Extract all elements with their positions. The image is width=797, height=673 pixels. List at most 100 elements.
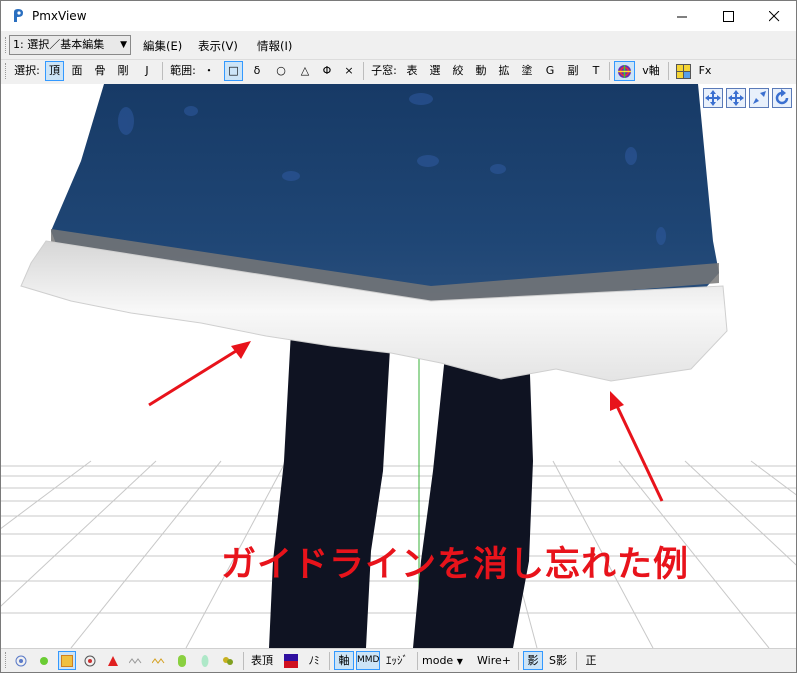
subwindow-label: 子窓: — [371, 64, 397, 77]
subwindow-table-button[interactable]: 表 — [404, 61, 420, 81]
statusbar-divider — [576, 652, 577, 670]
toolbar-grip[interactable] — [5, 63, 9, 79]
subwindow-move-button[interactable]: 動 — [473, 61, 489, 81]
red-triangle-icon — [108, 655, 118, 666]
select-joint-button[interactable]: J — [139, 61, 155, 81]
crosshair-globe-icon — [618, 64, 631, 78]
edit-mode-value: 1: 選択／基本編集 — [13, 38, 105, 51]
move-view-button[interactable] — [726, 88, 746, 108]
subwindow-group-button[interactable]: G — [542, 61, 558, 81]
mode-dropdown[interactable]: mode ▼ — [422, 651, 470, 670]
hair-display-toggle[interactable] — [150, 651, 168, 670]
range-point-button[interactable]: ・ — [201, 61, 217, 81]
fx-button[interactable]: Fx — [697, 61, 713, 81]
toolbar-divider — [363, 62, 364, 80]
subwindow-sub-button[interactable]: 副 — [565, 61, 581, 81]
left-leg — [269, 331, 391, 648]
orthographic-toggle[interactable]: 正 — [581, 651, 601, 670]
mirror-button[interactable]: ﾉﾐ — [304, 651, 324, 670]
chevron-down-icon: ▼ — [456, 657, 463, 666]
subwindow-filter-button[interactable]: 絞 — [450, 61, 466, 81]
menu-info[interactable]: 情報(I) — [257, 38, 292, 54]
wave-icon — [129, 657, 142, 664]
edge-toggle[interactable]: ｴｯｼﾞ — [382, 651, 412, 670]
range-phi-button[interactable]: Φ — [319, 61, 335, 81]
range-rect-button[interactable]: □ — [224, 61, 243, 81]
maximize-icon — [722, 10, 734, 22]
pan-view-button[interactable] — [703, 88, 723, 108]
statusbar-divider — [329, 652, 330, 670]
color-grid-icon — [675, 63, 691, 79]
spark-icon — [40, 656, 48, 665]
wave-display-toggle[interactable] — [127, 651, 145, 670]
minimize-icon — [676, 16, 687, 17]
rotate-icon — [775, 89, 789, 105]
range-label: 範囲: — [170, 64, 196, 77]
vertex-dot-icon — [15, 655, 27, 666]
softbody-display-toggle[interactable] — [219, 651, 237, 670]
color-swatch-button[interactable] — [282, 651, 300, 670]
window-title: PmxView — [32, 9, 87, 23]
zoom-arrow-icon — [753, 91, 766, 104]
morph-vertex-button[interactable]: 表頂 — [248, 651, 276, 670]
subwindow-paint-button[interactable]: 塗 — [519, 61, 535, 81]
range-delta-button[interactable]: δ — [249, 61, 265, 81]
vertex-display-toggle[interactable] — [12, 651, 30, 670]
toolbar-divider — [162, 62, 163, 80]
joint-display-toggle[interactable] — [196, 651, 214, 670]
mesh-display-toggle[interactable] — [58, 651, 76, 670]
title-bar: PmxView — [1, 1, 796, 31]
range-clear-button[interactable]: × — [342, 61, 356, 81]
minimize-button[interactable] — [659, 1, 705, 31]
close-button[interactable] — [751, 1, 796, 31]
select-face-button[interactable]: 面 — [69, 61, 85, 81]
range-triangle-button[interactable]: △ — [297, 61, 313, 81]
menu-edit[interactable]: 編集(E) — [143, 38, 182, 54]
rigidbody-display-toggle[interactable] — [173, 651, 191, 670]
statusbar-grip[interactable] — [5, 652, 9, 668]
statusbar-divider — [518, 652, 519, 670]
right-leg — [413, 346, 533, 648]
close-icon — [768, 10, 779, 21]
shadow-toggle[interactable]: 影 — [523, 651, 543, 670]
app-logo-icon — [14, 9, 23, 22]
edit-mode-select[interactable]: 1: 選択／基本編集 ▼ — [9, 35, 131, 55]
wire-plus-button[interactable]: Wire+ — [475, 651, 513, 670]
pmxview-window: PmxView 1: 選択／基本編集 ▼ 編集(E) 表示(V) 情報(I) 選… — [0, 0, 797, 673]
triangle-display-toggle[interactable] — [104, 651, 122, 670]
self-shadow-toggle[interactable]: S影 — [546, 651, 570, 670]
toolbar-divider — [668, 62, 669, 80]
color-swatch-icon — [284, 653, 298, 668]
select-rigidbody-button[interactable]: 剛 — [115, 61, 131, 81]
move-arrows-icon — [728, 90, 744, 106]
normal-display-toggle[interactable] — [35, 651, 53, 670]
axis-guide-button[interactable] — [614, 61, 635, 81]
select-label: 選択: — [14, 64, 40, 77]
menu-view[interactable]: 表示(V) — [198, 38, 238, 54]
v-axis-button[interactable]: v軸 — [639, 61, 663, 81]
cluster-icon — [223, 656, 233, 665]
mmd-toggle[interactable]: MMD — [356, 651, 380, 670]
statusbar-divider — [243, 652, 244, 670]
axis-toggle[interactable]: 軸 — [334, 651, 354, 670]
move-arrows-icon — [705, 90, 721, 106]
mode-label: mode — [422, 654, 454, 667]
subwindow-scale-button[interactable]: 拡 — [496, 61, 512, 81]
material-grid-button[interactable] — [673, 61, 693, 81]
chevron-down-icon: ▼ — [120, 40, 127, 50]
capsule-icon — [178, 654, 186, 667]
toolbar-divider — [609, 62, 610, 80]
statusbar-divider — [417, 652, 418, 670]
bone-display-toggle[interactable] — [81, 651, 99, 670]
leaf-icon — [201, 654, 209, 667]
range-circle-button[interactable]: ○ — [273, 61, 289, 81]
rotate-view-button[interactable] — [772, 88, 792, 108]
wave-gold-icon — [152, 657, 165, 664]
subwindow-t-button[interactable]: T — [588, 61, 604, 81]
select-vertex-button[interactable]: 頂 — [45, 61, 64, 81]
target-icon — [84, 655, 96, 666]
select-bone-button[interactable]: 骨 — [92, 61, 108, 81]
zoom-view-button[interactable] — [749, 88, 769, 108]
maximize-button[interactable] — [705, 1, 751, 31]
subwindow-select-button[interactable]: 選 — [427, 61, 443, 81]
